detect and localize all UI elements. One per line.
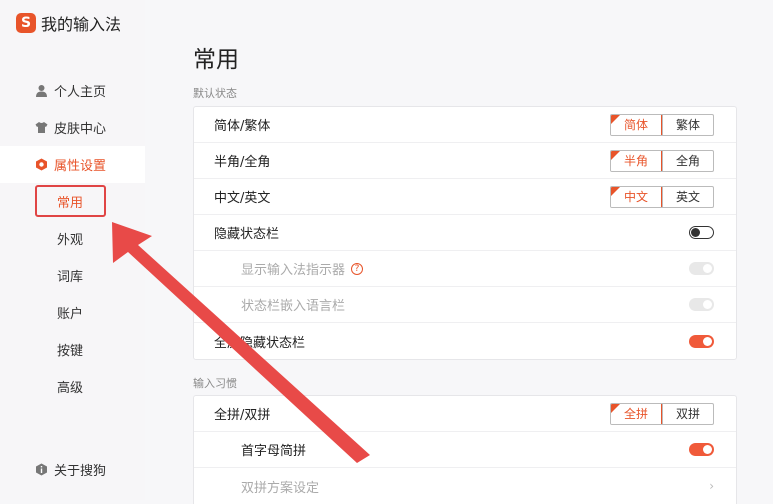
setting-label: 中文/英文 — [214, 191, 271, 206]
setting-label: 全拼/双拼 — [214, 408, 271, 423]
setting-label: 简体/繁体 — [214, 119, 271, 134]
setting-row-initial-abbreviation: 首字母简拼 — [194, 432, 736, 468]
setting-label: 状态栏嵌入语言栏 — [241, 299, 346, 314]
setting-row-embed-language-bar: 状态栏嵌入语言栏 — [194, 287, 736, 323]
sidebar-item-label: 个人主页 — [54, 85, 107, 100]
option-full-pinyin[interactable]: 全拼 — [611, 403, 662, 424]
sidebar-subitem-keys[interactable]: 按键 — [0, 331, 145, 368]
sogou-logo-icon: S — [16, 13, 36, 33]
annotation-highlight-box — [35, 185, 106, 217]
sidebar-subitem-account[interactable]: 账户 — [0, 294, 145, 331]
about-link[interactable]: 关于搜狗 — [35, 460, 106, 479]
sidebar-subitem-dictionary[interactable]: 词库 — [0, 257, 145, 294]
embed-language-bar-toggle — [689, 298, 714, 311]
help-icon[interactable]: ? — [351, 262, 364, 275]
info-shield-icon — [35, 463, 48, 476]
sidebar-item-skins[interactable]: 皮肤中心 — [0, 109, 145, 146]
setting-row-simplified-traditional: 简体/繁体 简体 繁体 — [194, 107, 736, 143]
app-logo: S 我的输入法 — [16, 11, 121, 35]
sidebar: S 我的输入法 个人主页 皮肤中心 属性设置 常用 外观 词库 账户 按键 高级 — [0, 0, 145, 500]
shirt-icon — [35, 121, 48, 134]
option-traditional[interactable]: 繁体 — [662, 114, 713, 135]
setting-row-fullscreen-hide-status-bar: 全屏隐藏状态栏 — [194, 323, 736, 359]
setting-label: 双拼方案设定 — [241, 480, 320, 496]
app-title: 我的输入法 — [41, 15, 122, 34]
option-english[interactable]: 英文 — [662, 186, 713, 207]
section-label-input-habits: 输入习惯 — [193, 377, 237, 390]
sidebar-item-label: 皮肤中心 — [54, 122, 107, 137]
page-title: 常用 — [193, 47, 239, 73]
setting-label: 显示输入法指示器 — [241, 263, 346, 278]
setting-label: 半角/全角 — [214, 155, 271, 170]
settings-card-default-state: 简体/繁体 简体 繁体 半角/全角 半角 全角 中文/英文 中文 英文 隐藏状态… — [193, 106, 737, 360]
sidebar-subitem-advanced[interactable]: 高级 — [0, 368, 145, 405]
main-panel: 常用 默认状态 简体/繁体 简体 繁体 半角/全角 半角 全角 中文/英文 中文… — [145, 0, 773, 504]
setting-label: 首字母简拼 — [241, 444, 307, 459]
setting-label: 全屏隐藏状态栏 — [214, 335, 306, 351]
full-double-pinyin-switch: 全拼 双拼 — [610, 402, 714, 425]
sidebar-nav: 个人主页 皮肤中心 属性设置 常用 外观 词库 账户 按键 高级 — [0, 72, 145, 405]
setting-row-show-indicator: 显示输入法指示器 ? — [194, 251, 736, 287]
about-label: 关于搜狗 — [54, 464, 107, 479]
option-halfwidth[interactable]: 半角 — [611, 150, 662, 171]
option-fullwidth[interactable]: 全角 — [662, 150, 713, 171]
sidebar-item-profile[interactable]: 个人主页 — [0, 72, 145, 109]
hexagon-gear-icon — [35, 158, 48, 171]
section-label-default-state: 默认状态 — [193, 87, 237, 100]
option-simplified[interactable]: 简体 — [611, 114, 662, 135]
user-icon — [35, 84, 48, 97]
sidebar-subitem-appearance[interactable]: 外观 — [0, 220, 145, 257]
setting-row-full-double-pinyin: 全拼/双拼 全拼 双拼 — [194, 396, 736, 432]
halfwidth-fullwidth-switch: 半角 全角 — [610, 149, 714, 172]
setting-row-double-pinyin-scheme: 双拼方案设定 › — [194, 468, 736, 504]
setting-row-hide-status-bar: 隐藏状态栏 — [194, 215, 736, 251]
show-indicator-toggle — [689, 262, 714, 275]
initial-abbreviation-toggle[interactable] — [689, 443, 714, 456]
setting-row-chinese-english: 中文/英文 中文 英文 — [194, 179, 736, 215]
hide-status-bar-toggle[interactable] — [689, 226, 714, 239]
setting-label: 隐藏状态栏 — [214, 227, 280, 242]
sidebar-item-settings[interactable]: 属性设置 — [0, 146, 145, 183]
chevron-right-icon[interactable]: › — [709, 479, 714, 493]
option-double-pinyin[interactable]: 双拼 — [662, 403, 713, 424]
chinese-english-switch: 中文 英文 — [610, 185, 714, 208]
setting-row-halfwidth-fullwidth: 半角/全角 半角 全角 — [194, 143, 736, 179]
fullscreen-hide-status-bar-toggle[interactable] — [689, 334, 714, 348]
simplified-traditional-switch: 简体 繁体 — [610, 113, 714, 136]
settings-card-input-habits: 全拼/双拼 全拼 双拼 首字母简拼 双拼方案设定 › — [193, 395, 737, 504]
option-chinese[interactable]: 中文 — [611, 186, 662, 207]
sidebar-item-label: 属性设置 — [54, 159, 107, 174]
